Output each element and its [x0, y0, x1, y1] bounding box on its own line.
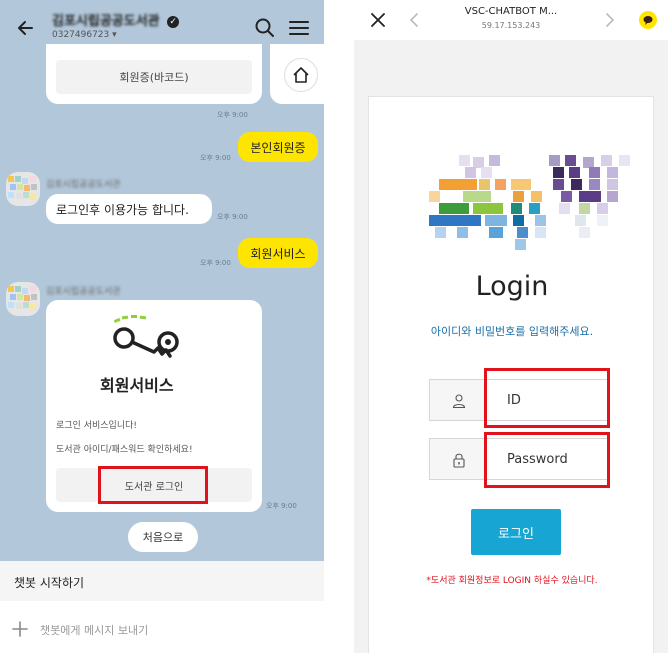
home-icon: [293, 67, 309, 83]
id-highlight-box: [484, 368, 610, 428]
bot-avatar[interactable]: [6, 282, 40, 316]
chat-title-text: 김포시립공공도서관: [52, 14, 160, 29]
highlight-box: [98, 466, 208, 504]
chat-title: 김포시립공공도서관 ✓: [52, 10, 180, 29]
screenshot-root: 김포시립공공도서관 ✓ 0327496723 ▾ 회원증(바코드) 오후 9:0: [0, 0, 668, 653]
chat-panel: 김포시립공공도서관 ✓ 0327496723 ▾ 회원증(바코드) 오후 9:0: [0, 0, 324, 653]
chat-subtitle[interactable]: 0327496723 ▾: [52, 30, 117, 40]
password-field-icon-box: [429, 438, 487, 480]
id-field-icon-box: [429, 379, 487, 421]
user-message: 회원서비스: [238, 238, 318, 268]
bot-message: 로그인후 이용가능 합니다.: [46, 194, 212, 224]
forward-chevron-icon[interactable]: [600, 10, 620, 30]
library-logo: [429, 155, 641, 251]
member-card-button[interactable]: 회원증(바코드): [56, 60, 252, 94]
verified-icon: ✓: [167, 16, 180, 28]
service-card-line2: 도서관 아이디/패스워드 확인하세요!: [56, 445, 193, 455]
login-subtitle: 아이디와 비밀번호를 입력해주세요.: [430, 325, 594, 338]
message-input[interactable]: 챗봇에게 메시지 보내기: [0, 607, 324, 651]
home-card-bubble: [270, 44, 324, 104]
browser-topbar: VSC-CHATBOT M... 59.17.153.243: [354, 0, 668, 40]
quick-reply-home[interactable]: 처음으로: [128, 522, 198, 552]
chat-footer: 챗봇 시작하기 챗봇에게 메시지 보내기: [0, 561, 324, 653]
user-icon: [452, 394, 466, 409]
back-arrow-icon[interactable]: [12, 14, 40, 42]
plus-icon[interactable]: [10, 619, 30, 639]
password-highlight-box: [484, 432, 610, 488]
browser-address: 59.17.153.243: [481, 21, 541, 30]
login-title: Login: [475, 271, 549, 302]
login-notice: *도서관 회원정보로 LOGIN 하실수 있습니다.: [426, 576, 598, 586]
timestamp: 오후 9:00: [200, 259, 231, 267]
search-icon[interactable]: [252, 15, 278, 41]
member-card-bubble: 회원증(바코드): [46, 44, 262, 104]
timestamp: 오후 9:00: [200, 154, 231, 162]
service-card-line1: 로그인 서비스입니다!: [56, 421, 137, 431]
chat-subtitle-text: 0327496723: [52, 30, 110, 40]
divider: [324, 0, 354, 653]
kakao-icon[interactable]: [638, 10, 658, 30]
chatbot-start-button[interactable]: 챗봇 시작하기: [0, 561, 324, 601]
service-card-title: 회원서비스: [100, 376, 174, 395]
home-button[interactable]: [284, 58, 318, 92]
menu-icon[interactable]: [286, 15, 312, 41]
timestamp: 오후 9:00: [217, 213, 248, 221]
key-icon: [113, 315, 179, 358]
sender-name: 김포시립공공도서관: [46, 180, 121, 190]
browser-panel: VSC-CHATBOT M... 59.17.153.243 Login 아이디…: [354, 0, 668, 653]
lock-icon: [453, 453, 465, 468]
login-button[interactable]: 로그인: [471, 509, 561, 555]
timestamp: 오후 9:00: [217, 111, 248, 119]
user-message: 본인회원증: [238, 132, 318, 162]
message-placeholder: 챗봇에게 메시지 보내기: [40, 624, 149, 637]
sender-name: 김포시립공공도서관: [46, 287, 121, 297]
bot-avatar[interactable]: [6, 172, 40, 206]
timestamp: 오후 9:00: [266, 502, 297, 510]
browser-title: VSC-CHATBOT M...: [464, 6, 558, 17]
